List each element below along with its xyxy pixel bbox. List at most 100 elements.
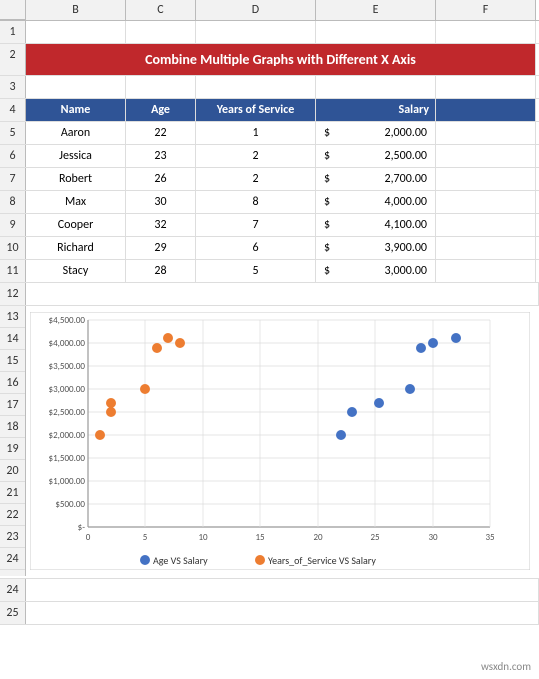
row-2: 2 Combine Multiple Graphs with Different… <box>0 44 539 76</box>
cell-years-5: 1 <box>196 122 316 144</box>
header-salary: Salary <box>316 99 436 121</box>
svg-text:10: 10 <box>198 532 208 543</box>
cell-age-8: 30 <box>126 191 196 213</box>
cell-age-10: 29 <box>126 237 196 259</box>
svg-text:35: 35 <box>485 532 495 543</box>
row-3: 3 <box>0 76 539 99</box>
rownum-3: 3 <box>0 76 26 98</box>
dot-orange-stacy <box>140 384 150 394</box>
dot-blue-jessica <box>347 407 357 417</box>
chart-row-nums: 13 14 15 16 17 18 19 20 21 22 23 24 <box>0 306 26 576</box>
rownum-11: 11 <box>0 260 26 282</box>
row-12: 12 <box>0 283 539 306</box>
rownum-5: 5 <box>0 122 26 144</box>
row-24: 24 <box>0 579 539 602</box>
col-header-d: D <box>196 0 316 20</box>
cell-age-6: 23 <box>126 145 196 167</box>
watermark: wsxdn.com <box>481 660 531 673</box>
rownum-9: 9 <box>0 214 26 236</box>
svg-text:$-: $- <box>78 522 86 533</box>
dot-blue-cooper <box>451 333 461 343</box>
chart-row: 13 14 15 16 17 18 19 20 21 22 23 24 <box>0 306 539 579</box>
row-25: 25 <box>0 602 539 625</box>
dot-blue-aaron <box>336 430 346 440</box>
cell-age-5: 22 <box>126 122 196 144</box>
row-11: 11 Stacy 28 5 $3,000.00 <box>0 260 539 283</box>
svg-text:$2,500.00: $2,500.00 <box>49 407 86 418</box>
dot-blue-robert <box>374 398 384 408</box>
cell-years-8: 8 <box>196 191 316 213</box>
rownum-4: 4 <box>0 99 26 121</box>
cell-years-10: 6 <box>196 237 316 259</box>
chart-svg: $4,500.00 $4,000.00 $3,500.00 $3,000.00 … <box>30 312 530 570</box>
row-10: 10 Richard 29 6 $3,900.00 <box>0 237 539 260</box>
header-years: Years of Service <box>196 99 316 121</box>
svg-text:$2,000.00: $2,000.00 <box>49 430 86 441</box>
rownum-7: 7 <box>0 168 26 190</box>
cell-name-10: Richard <box>26 237 126 259</box>
svg-text:$3,000.00: $3,000.00 <box>49 384 86 395</box>
cell-name-11: Stacy <box>26 260 126 282</box>
corner-cell <box>0 0 26 20</box>
svg-text:$4,500.00: $4,500.00 <box>49 315 86 326</box>
row-8: 8 Max 30 8 $4,000.00 <box>0 191 539 214</box>
row-9: 9 Cooper 32 7 $4,100.00 <box>0 214 539 237</box>
svg-text:$1,000.00: $1,000.00 <box>49 476 86 487</box>
cell-salary-8: $4,000.00 <box>316 191 436 213</box>
dot-orange-richard <box>152 343 162 353</box>
row-5: 5 Aaron 22 1 $2,000.00 <box>0 122 539 145</box>
cell-age-7: 26 <box>126 168 196 190</box>
cell-salary-10: $3,900.00 <box>316 237 436 259</box>
col-header-b: B <box>26 0 126 20</box>
svg-text:$3,500.00: $3,500.00 <box>49 361 86 372</box>
col-header-e: E <box>316 0 436 20</box>
cell-age-9: 32 <box>126 214 196 236</box>
svg-text:20: 20 <box>313 532 323 543</box>
cell-name-6: Jessica <box>26 145 126 167</box>
dot-orange-robert <box>106 398 116 408</box>
row-4: 4 Name Age Years of Service Salary <box>0 99 539 122</box>
col-header-f: F <box>436 0 536 20</box>
rownum-10: 10 <box>0 237 26 259</box>
cell-name-7: Robert <box>26 168 126 190</box>
header-name: Name <box>26 99 126 121</box>
cell-salary-6: $2,500.00 <box>316 145 436 167</box>
rownum-25: 25 <box>0 602 26 624</box>
data-rows: 5 Aaron 22 1 $2,000.00 6 Jessica 23 2 $2… <box>0 122 539 283</box>
svg-text:5: 5 <box>143 532 148 543</box>
cell-salary-11: $3,000.00 <box>316 260 436 282</box>
dot-orange-aaron <box>95 430 105 440</box>
svg-text:$500.00: $500.00 <box>55 499 85 510</box>
row-6: 6 Jessica 23 2 $2,500.00 <box>0 145 539 168</box>
dot-blue-richard <box>416 343 426 353</box>
rownum-12: 12 <box>0 283 26 305</box>
cell-salary-5: $2,000.00 <box>316 122 436 144</box>
cell-years-9: 7 <box>196 214 316 236</box>
legend-blue-label: Age VS Salary <box>153 554 208 567</box>
cell-age-11: 28 <box>126 260 196 282</box>
title-cell: Combine Multiple Graphs with Different X… <box>26 44 536 75</box>
svg-text:30: 30 <box>428 532 438 543</box>
rownum-6: 6 <box>0 145 26 167</box>
rownum-1: 1 <box>0 21 26 43</box>
cell-salary-9: $4,100.00 <box>316 214 436 236</box>
column-headers: B C D E F <box>0 0 539 21</box>
svg-text:$4,000.00: $4,000.00 <box>49 338 86 349</box>
svg-text:15: 15 <box>255 532 265 543</box>
dot-orange-cooper <box>163 333 173 343</box>
rownum-24: 24 <box>0 579 26 601</box>
dot-blue-stacy <box>405 384 415 394</box>
cell-years-7: 2 <box>196 168 316 190</box>
cell-years-6: 2 <box>196 145 316 167</box>
svg-text:0: 0 <box>86 532 91 543</box>
cell-name-9: Cooper <box>26 214 126 236</box>
spreadsheet: B C D E F 1 2 Combine Multiple Graphs wi… <box>0 0 539 625</box>
dot-orange-max <box>175 338 185 348</box>
svg-text:$1,500.00: $1,500.00 <box>49 453 86 464</box>
cell-name-5: Aaron <box>26 122 126 144</box>
cell-salary-7: $2,700.00 <box>316 168 436 190</box>
rownum-8: 8 <box>0 191 26 213</box>
rownum-2: 2 <box>0 44 26 75</box>
dot-orange-jessica <box>106 407 116 417</box>
header-age: Age <box>126 99 196 121</box>
